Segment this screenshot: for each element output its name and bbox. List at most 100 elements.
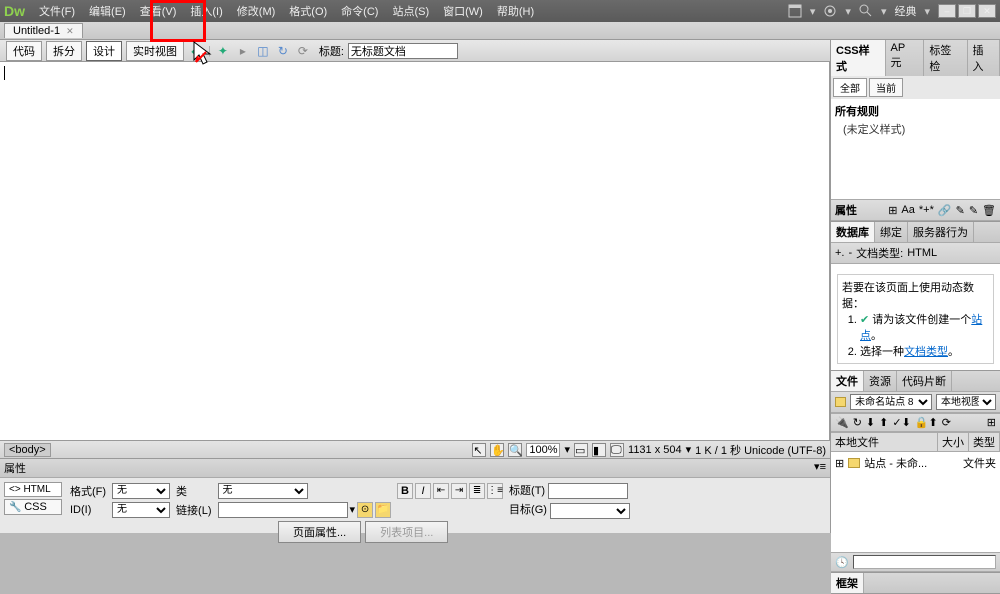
view-live-button[interactable]: 实时视图	[126, 41, 184, 61]
tag-inspector-tab[interactable]: 标签检	[924, 40, 967, 76]
new-rule-icon[interactable]: ✎	[956, 204, 965, 217]
css-current-button[interactable]: 当前	[869, 78, 903, 97]
link-dropdown-icon[interactable]: ▾	[350, 503, 356, 516]
live-code-icon[interactable]: ◆	[188, 43, 204, 59]
menu-site[interactable]: 站点(S)	[386, 1, 435, 21]
indent-button[interactable]: ⇥	[451, 483, 467, 499]
select-tool-icon[interactable]: ↖	[472, 443, 486, 457]
checkout-icon[interactable]: ✓⬇	[892, 416, 910, 429]
close-button[interactable]: ✕	[978, 4, 996, 18]
props-css-tab[interactable]: 🔧 CSS	[4, 499, 62, 515]
refresh-files-icon[interactable]: ↻	[853, 416, 862, 429]
files-tab[interactable]: 文件	[831, 371, 864, 391]
outdent-button[interactable]: ⇤	[433, 483, 449, 499]
connect-icon[interactable]: 🔌	[835, 416, 849, 429]
zoom-dropdown-icon[interactable]: ▾	[564, 443, 570, 456]
insert-panel-tab[interactable]: 插入	[968, 40, 1000, 76]
visual-aids-icon[interactable]: ◫	[255, 43, 271, 59]
site-select[interactable]: 未命名站点 8	[850, 394, 932, 410]
checkin-icon[interactable]: 🔒⬆	[915, 416, 938, 429]
document-tab[interactable]: Untitled-1 ✕	[4, 23, 83, 38]
list-item-button[interactable]: 列表项目...	[365, 521, 448, 543]
design-editor[interactable]	[0, 62, 830, 440]
ol-button[interactable]: ⋮≡	[487, 483, 503, 499]
add-icon[interactable]: +.	[835, 247, 844, 259]
log-icon[interactable]: 🕓	[835, 556, 849, 569]
inspect-icon[interactable]: ✦	[215, 43, 231, 59]
panel-menu-icon[interactable]: ▾≡	[814, 460, 826, 476]
id-select[interactable]: 无	[112, 502, 170, 518]
menu-help[interactable]: 帮助(H)	[491, 1, 540, 21]
view-split-button[interactable]: 拆分	[46, 41, 82, 61]
get-files-icon[interactable]: ⬇	[866, 416, 875, 429]
layout-icon[interactable]	[788, 4, 802, 18]
page-properties-button[interactable]: 页面属性...	[278, 521, 361, 543]
dim-dropdown-icon[interactable]: ▾	[686, 443, 692, 456]
sync-icon[interactable]: ⟳	[942, 416, 951, 429]
menu-insert[interactable]: 插入(I)	[184, 1, 228, 21]
menu-commands[interactable]: 命令(C)	[335, 1, 384, 21]
frames-tab[interactable]: 框架	[831, 573, 864, 593]
document-title-input[interactable]	[348, 43, 458, 59]
show-only-set-icon[interactable]: *+*	[919, 204, 934, 217]
hand-tool-icon[interactable]: ✋	[490, 443, 504, 457]
menu-view[interactable]: 查看(V)	[134, 1, 183, 21]
menu-file[interactable]: 文件(F)	[33, 1, 81, 21]
expand-icon[interactable]: ⊞	[987, 416, 996, 429]
link-input[interactable]	[218, 502, 348, 518]
minimize-button[interactable]: –	[938, 4, 956, 18]
browse-folder-icon[interactable]: 📁	[375, 502, 391, 518]
col-name[interactable]: 本地文件	[831, 433, 938, 451]
bindings-tab[interactable]: 绑定	[875, 222, 908, 242]
expand-tree-icon[interactable]: ⊞	[835, 457, 844, 470]
device-icon[interactable]: ▮	[592, 443, 606, 457]
css-all-button[interactable]: 全部	[833, 78, 867, 97]
bold-button[interactable]: B	[397, 483, 413, 499]
zoom-tool-icon[interactable]: 🔍	[508, 443, 522, 457]
view-design-button[interactable]: 设计	[86, 41, 122, 61]
col-size[interactable]: 大小	[938, 433, 969, 451]
preview-icon[interactable]: ⟳	[295, 43, 311, 59]
refresh-icon[interactable]: ↻	[275, 43, 291, 59]
ap-elements-tab[interactable]: AP 元	[886, 40, 925, 76]
ul-button[interactable]: ≣	[469, 483, 485, 499]
attach-stylesheet-icon[interactable]: 🔗	[938, 204, 952, 217]
italic-button[interactable]: I	[415, 483, 431, 499]
databases-tab[interactable]: 数据库	[831, 222, 875, 242]
server-behaviors-tab[interactable]: 服务器行为	[908, 222, 974, 242]
target-select[interactable]	[550, 503, 630, 519]
menu-modify[interactable]: 修改(M)	[231, 1, 282, 21]
assets-tab[interactable]: 资源	[864, 371, 897, 391]
search-icon[interactable]	[859, 4, 873, 18]
title-attr-input[interactable]	[548, 483, 628, 499]
server-debug-icon[interactable]: ▸	[235, 43, 251, 59]
zoom-select[interactable]: 100%	[526, 443, 560, 457]
menu-edit[interactable]: 编辑(E)	[83, 1, 132, 21]
gear-dropdown-icon[interactable]: ▾	[845, 5, 851, 18]
view-code-button[interactable]: 代码	[6, 41, 42, 61]
window-size-icon[interactable]: ▭	[574, 443, 588, 457]
css-styles-tab[interactable]: CSS样式	[831, 40, 886, 76]
screen-icon[interactable]: 🖵	[610, 443, 624, 457]
point-to-file-icon[interactable]: ⊙	[357, 502, 373, 518]
doc-type-link[interactable]: 文档类型	[904, 346, 948, 358]
close-icon[interactable]: ✕	[66, 26, 74, 37]
extend-dropdown-icon[interactable]: ▾	[810, 5, 816, 18]
col-type[interactable]: 类型	[969, 433, 1000, 451]
tag-selector[interactable]: <body>	[4, 443, 51, 457]
class-select[interactable]: 无	[218, 483, 308, 499]
put-files-icon[interactable]: ⬆	[879, 416, 888, 429]
view-select[interactable]: 本地视图	[936, 394, 996, 410]
dimensions-label[interactable]: 1131 x 504	[628, 444, 682, 456]
remove-icon[interactable]: -	[848, 247, 852, 259]
search-dropdown-icon[interactable]: ▾	[881, 5, 887, 18]
site-root-row[interactable]: ⊞ 站点 - 未命... 文件夹	[833, 454, 998, 472]
menu-format[interactable]: 格式(O)	[283, 1, 333, 21]
show-list-icon[interactable]: Aa	[901, 204, 914, 217]
snippets-tab[interactable]: 代码片断	[897, 371, 952, 391]
format-select[interactable]: 无	[112, 483, 170, 499]
maximize-button[interactable]: ❐	[958, 4, 976, 18]
props-html-tab[interactable]: <> HTML	[4, 482, 62, 497]
attributes-header[interactable]: 属性 ⊞ Aa *+* 🔗 ✎ ✎ 🗑	[831, 199, 1000, 221]
trash-icon[interactable]: 🗑	[982, 204, 996, 217]
